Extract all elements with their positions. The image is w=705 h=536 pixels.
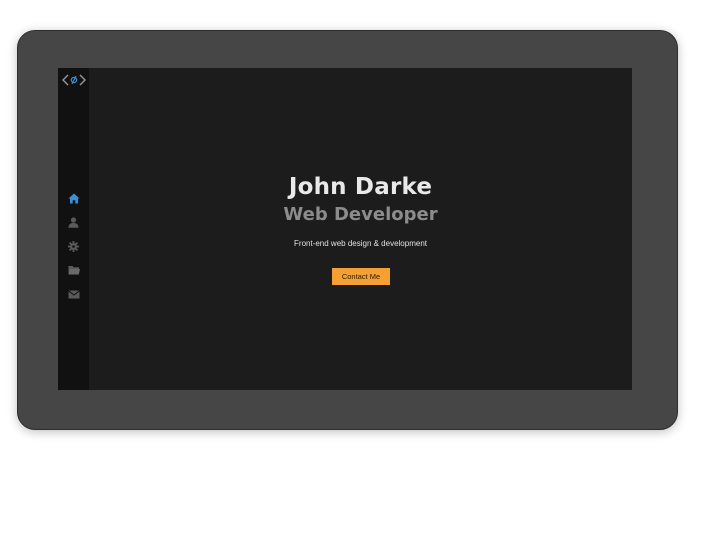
tablet-frame: John Darke Web Developer Front-end web d…: [17, 30, 678, 430]
device-screen: John Darke Web Developer Front-end web d…: [58, 68, 632, 390]
nav-item-portfolio[interactable]: [58, 258, 89, 282]
nav-item-skills[interactable]: [58, 234, 89, 258]
hero-name: John Darke: [288, 174, 433, 200]
sidebar: [58, 68, 89, 390]
gear-icon: [68, 240, 79, 252]
home-icon: [68, 193, 79, 203]
user-icon: [68, 216, 79, 228]
folder-icon: [68, 266, 80, 275]
nav-item-contact[interactable]: [58, 282, 89, 306]
code-logo-icon[interactable]: [62, 73, 86, 87]
hero-role: Web Developer: [283, 204, 438, 225]
contact-me-button[interactable]: Contact Me: [332, 268, 390, 285]
hero-section: John Darke Web Developer Front-end web d…: [89, 68, 632, 390]
hero-tagline: Front-end web design & development: [294, 239, 427, 248]
nav-item-home[interactable]: [58, 186, 89, 210]
nav-item-about[interactable]: [58, 210, 89, 234]
envelope-icon: [67, 289, 80, 298]
sidebar-nav: [58, 186, 89, 306]
